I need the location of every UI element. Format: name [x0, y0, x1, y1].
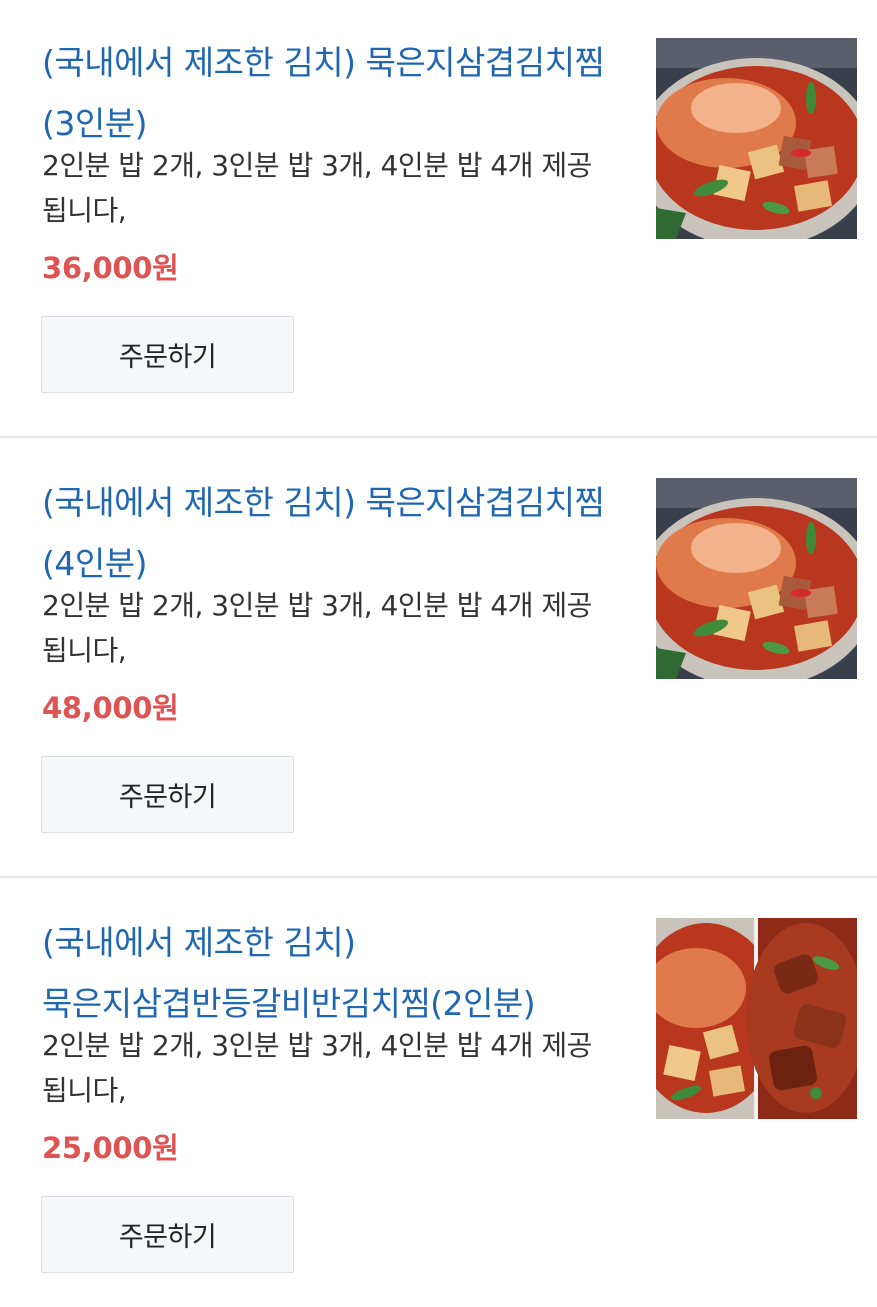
menu-item-image[interactable]	[656, 38, 857, 239]
menu-item-description: 2인분 밥 2개, 3인분 밥 3개, 4인분 밥 4개 제공 됩니다,	[42, 1029, 592, 1107]
order-button[interactable]: 주문하기	[41, 316, 294, 393]
order-button[interactable]: 주문하기	[41, 756, 294, 833]
menu-item-price: 36,000원	[42, 251, 179, 285]
kimchi-stew-photo	[656, 478, 857, 679]
menu-item-description: 2인분 밥 2개, 3인분 밥 3개, 4인분 밥 4개 제공 됩니다,	[42, 589, 592, 667]
menu-item-title[interactable]: (국내에서 제조한 김치) 묵은지삼겹김치찜(4인분)	[42, 472, 617, 594]
menu-item-price: 48,000원	[42, 691, 179, 725]
menu-item-description: 2인분 밥 2개, 3인분 밥 3개, 4인분 밥 4개 제공 됩니다,	[42, 149, 592, 227]
menu-item[interactable]: (국내에서 제조한 김치) 묵은지삼겹김치찜(4인분) 2인분 밥 2개, 3인…	[0, 440, 877, 880]
menu-item-image[interactable]	[656, 478, 857, 679]
kimchi-stew-photo	[656, 38, 857, 239]
menu-item-price: 25,000원	[42, 1131, 179, 1165]
divider	[0, 436, 877, 438]
divider	[0, 876, 877, 878]
menu-item-title[interactable]: (국내에서 제조한 김치) 묵은지삼겹김치찜(3인분)	[42, 32, 617, 154]
menu-list: (국내에서 제조한 김치) 묵은지삼겹김치찜(3인분) 2인분 밥 2개, 3인…	[0, 0, 877, 1307]
menu-item[interactable]: (국내에서 제조한 김치) 묵은지삼겹반등갈비반김치찜(2인분) 2인분 밥 2…	[0, 880, 877, 1307]
kimchi-stew-ribs-split-photo	[656, 918, 857, 1119]
menu-item-title[interactable]: (국내에서 제조한 김치) 묵은지삼겹반등갈비반김치찜(2인분)	[42, 912, 617, 1034]
menu-item[interactable]: (국내에서 제조한 김치) 묵은지삼겹김치찜(3인분) 2인분 밥 2개, 3인…	[0, 0, 877, 440]
order-button[interactable]: 주문하기	[41, 1196, 294, 1273]
menu-item-image[interactable]	[656, 918, 857, 1119]
